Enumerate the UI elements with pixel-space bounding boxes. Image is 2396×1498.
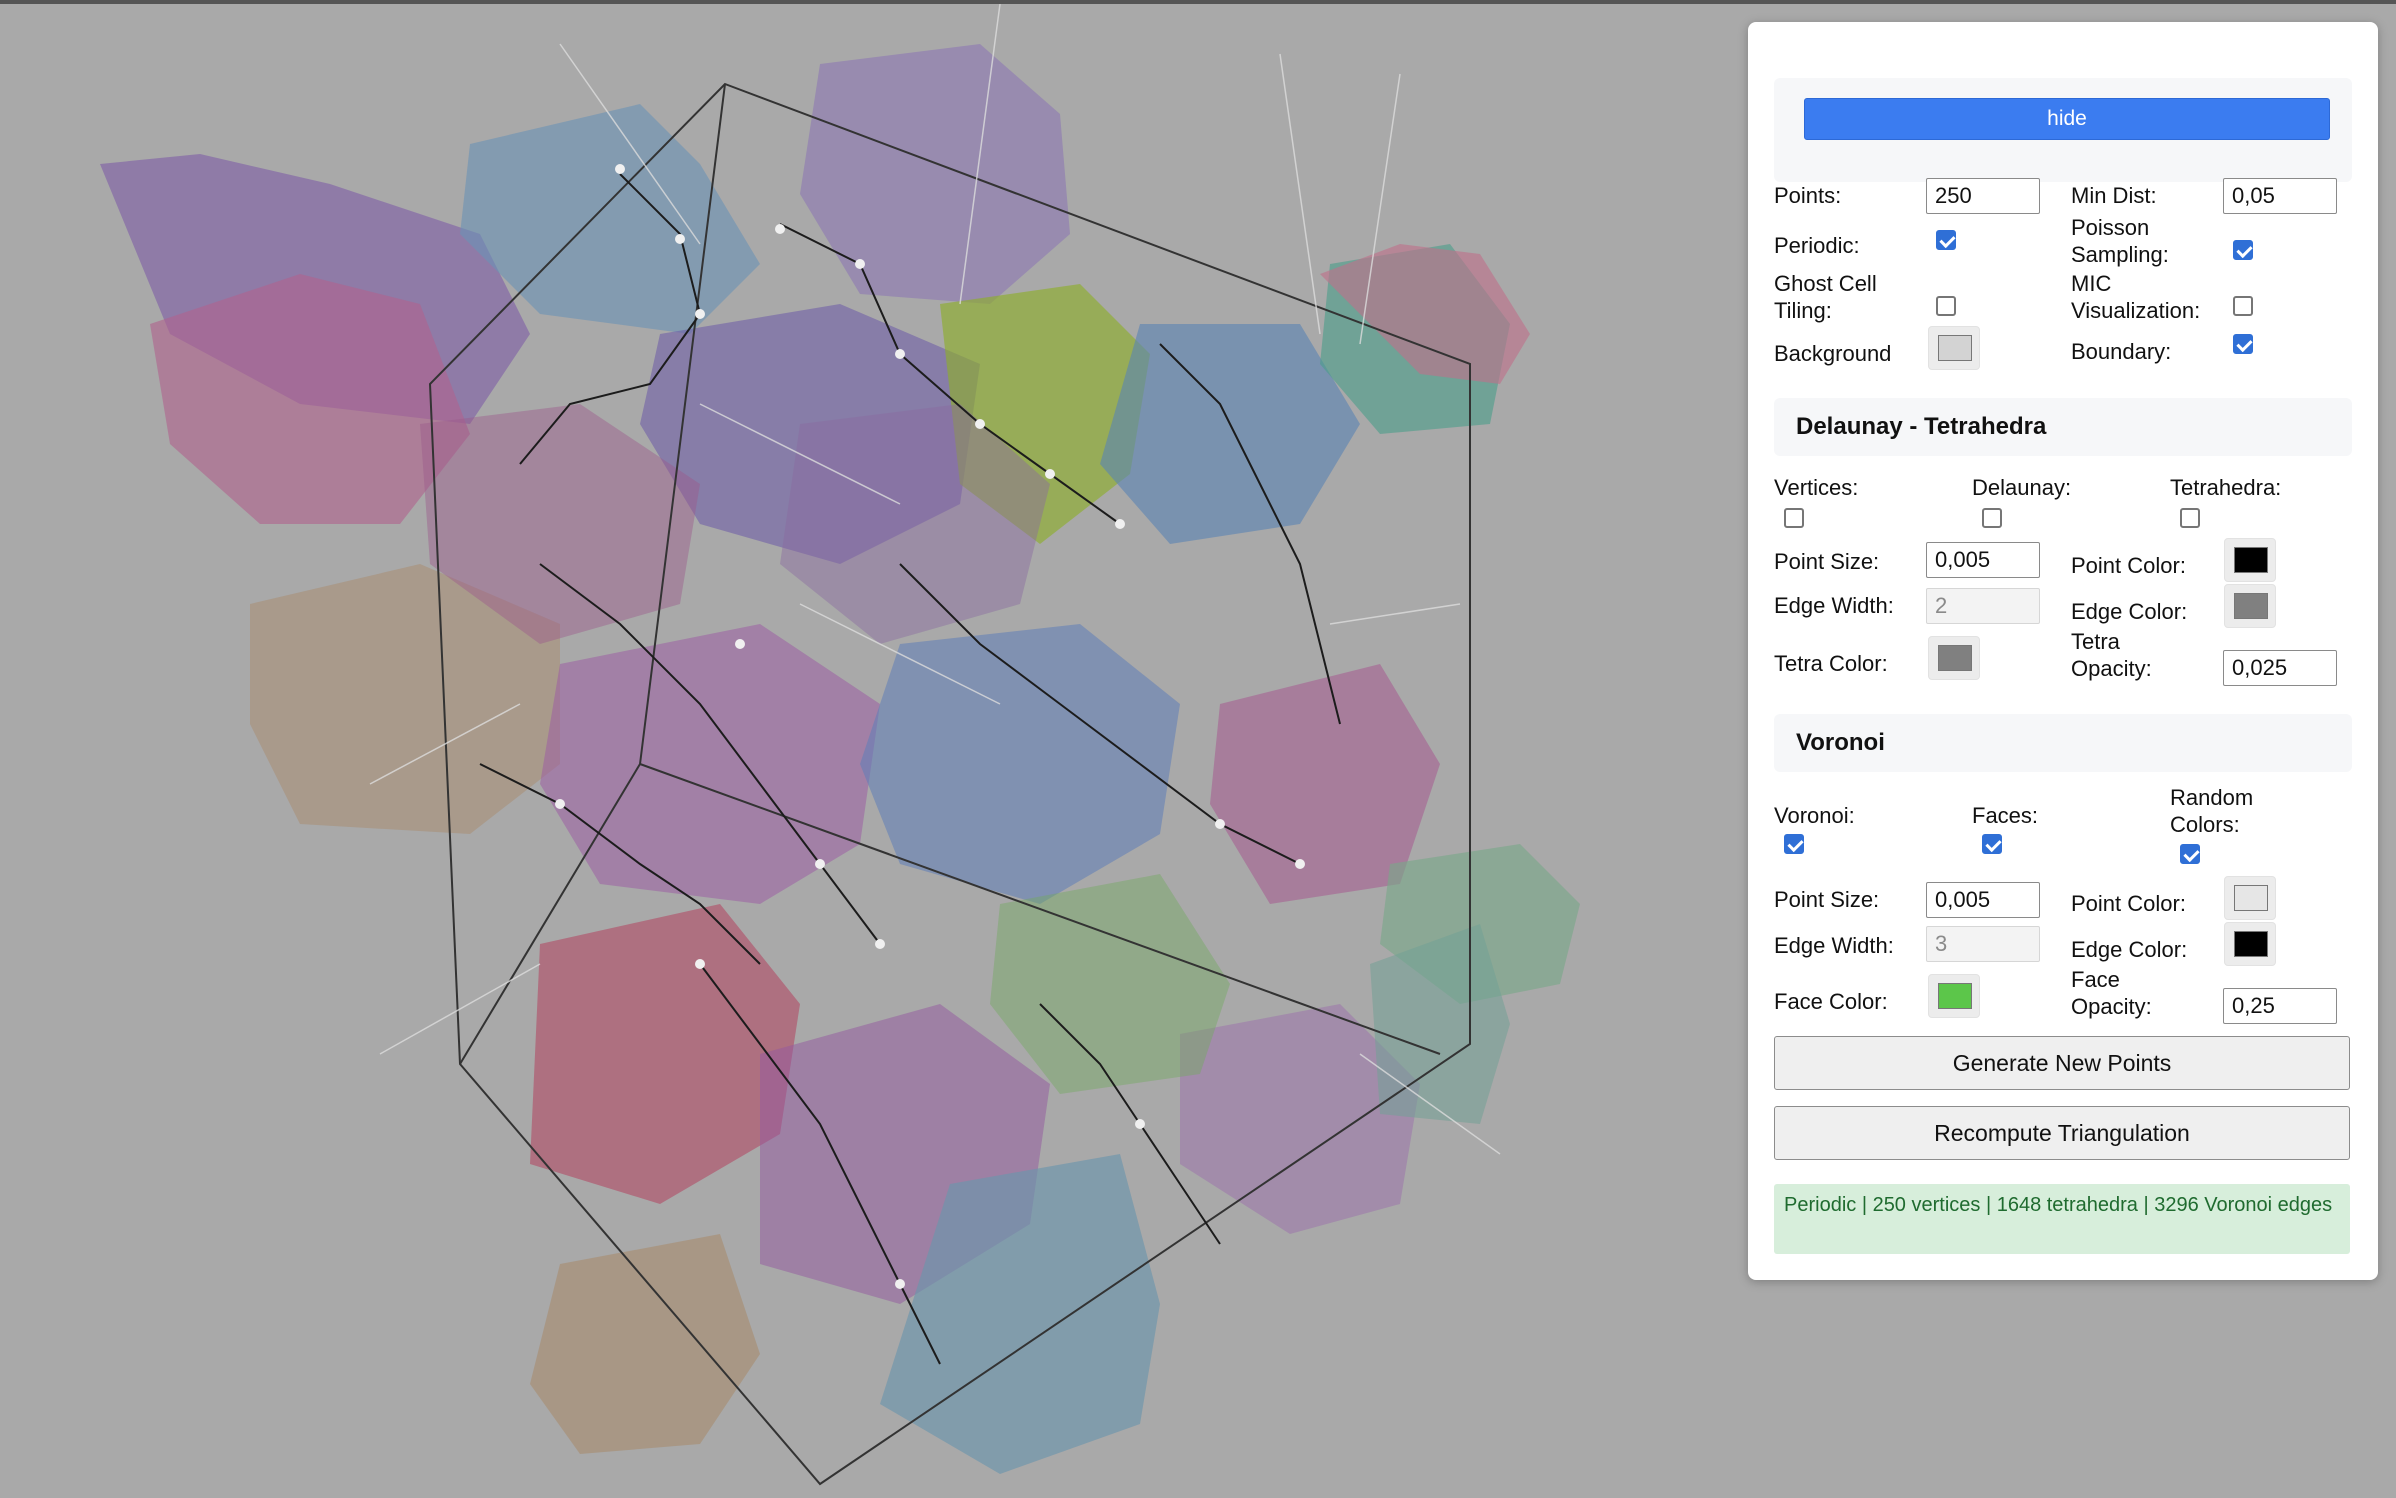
hide-button[interactable]: hide	[1804, 98, 2330, 140]
delaunay-point-color-picker[interactable]	[2224, 538, 2276, 582]
boundary-label: Boundary:	[2071, 339, 2172, 364]
voronoi-edge-color-picker[interactable]	[2224, 922, 2276, 966]
delaunay-edge-width-input[interactable]: 2	[1926, 588, 2040, 624]
delaunay-checkbox[interactable]	[1982, 508, 2002, 528]
random-colors-label: Random Colors:	[2170, 785, 2254, 837]
face-color-label: Face Color:	[1774, 989, 1888, 1014]
voronoi-edge-color-label: Edge Color:	[2071, 937, 2188, 962]
voronoi-edge-color-swatch	[2234, 931, 2268, 957]
periodic-checkbox[interactable]	[1936, 230, 1956, 250]
tetrahedra-label: Tetrahedra:	[2170, 475, 2282, 500]
delaunay-edge-color-swatch	[2234, 593, 2268, 619]
tetra-opacity-label: Tetra Opacity:	[2071, 629, 2152, 681]
delaunay-point-color-swatch	[2234, 547, 2268, 573]
hide-button-container: hide	[1774, 78, 2352, 182]
face-color-swatch	[1938, 983, 1972, 1009]
points-label: Points:	[1774, 183, 1842, 208]
voronoi-faces	[100, 44, 1580, 1474]
faces-checkbox[interactable]	[1982, 834, 2002, 854]
voronoi-point-color-picker[interactable]	[2224, 876, 2276, 920]
mic-visualization-checkbox[interactable]	[2233, 296, 2253, 316]
voronoi-edge-width-label: Edge Width:	[1774, 933, 1894, 958]
random-colors-checkbox[interactable]	[2180, 844, 2200, 864]
voronoi-point-size-input[interactable]: 0,005	[1926, 882, 2040, 918]
voronoi-point-color-swatch	[2234, 885, 2268, 911]
face-opacity-label: Face Opacity:	[2071, 967, 2152, 1019]
ghost-cell-tiling-label: Ghost Cell Tiling:	[1774, 271, 1877, 323]
background-color-swatch	[1938, 335, 1972, 361]
background-label: Background	[1774, 341, 1892, 366]
delaunay-section-title: Delaunay - Tetrahedra	[1796, 413, 2047, 440]
delaunay-edge-color-label: Edge Color:	[2071, 599, 2188, 624]
delaunay-edge-width-label: Edge Width:	[1774, 593, 1894, 618]
control-panel: hide Points: 250 Min Dist: 0,05 Periodic…	[1748, 22, 2378, 1280]
poisson-sampling-checkbox[interactable]	[2233, 240, 2253, 260]
delaunay-point-color-label: Point Color:	[2071, 553, 2186, 578]
tetra-color-label: Tetra Color:	[1774, 651, 1888, 676]
points-input[interactable]: 250	[1926, 178, 2040, 214]
voronoi-point-size-label: Point Size:	[1774, 887, 1880, 912]
tetra-color-swatch	[1938, 645, 1972, 671]
delaunay-point-size-input[interactable]: 0,005	[1926, 542, 2040, 578]
periodic-label: Periodic:	[1774, 233, 1860, 258]
vertices-label: Vertices:	[1774, 475, 1859, 500]
voronoi-label: Voronoi:	[1774, 803, 1855, 828]
delaunay-label: Delaunay:	[1972, 475, 2072, 500]
background-color-picker[interactable]	[1928, 326, 1980, 370]
poisson-sampling-label: Poisson Sampling:	[2071, 215, 2169, 267]
face-color-picker[interactable]	[1928, 974, 1980, 1018]
voronoi-edge-width-input[interactable]: 3	[1926, 926, 2040, 962]
voronoi-section-header: Voronoi	[1774, 714, 2352, 772]
face-opacity-input[interactable]: 0,25	[2223, 988, 2337, 1024]
tetrahedra-checkbox[interactable]	[2180, 508, 2200, 528]
faces-label: Faces:	[1972, 803, 2039, 828]
ghost-cell-tiling-checkbox[interactable]	[1936, 296, 1956, 316]
delaunay-point-size-label: Point Size:	[1774, 549, 1880, 574]
delaunay-edge-color-picker[interactable]	[2224, 584, 2276, 628]
recompute-triangulation-button[interactable]: Recompute Triangulation	[1774, 1106, 2350, 1160]
min-dist-input[interactable]: 0,05	[2223, 178, 2337, 214]
status-message: Periodic | 250 vertices | 1648 tetrahedr…	[1774, 1184, 2350, 1254]
voronoi-section-title: Voronoi	[1796, 729, 1885, 756]
boundary-checkbox[interactable]	[2233, 334, 2253, 354]
tetra-color-picker[interactable]	[1928, 636, 1980, 680]
voronoi-checkbox[interactable]	[1784, 834, 1804, 854]
min-dist-label: Min Dist:	[2071, 183, 2157, 208]
mic-visualization-label: MIC Visualization:	[2071, 271, 2201, 323]
generate-new-points-button[interactable]: Generate New Points	[1774, 1036, 2350, 1090]
vertices-checkbox[interactable]	[1784, 508, 1804, 528]
tetra-opacity-input[interactable]: 0,025	[2223, 650, 2337, 686]
voronoi-point-color-label: Point Color:	[2071, 891, 2186, 916]
delaunay-section-header: Delaunay - Tetrahedra	[1774, 398, 2352, 456]
